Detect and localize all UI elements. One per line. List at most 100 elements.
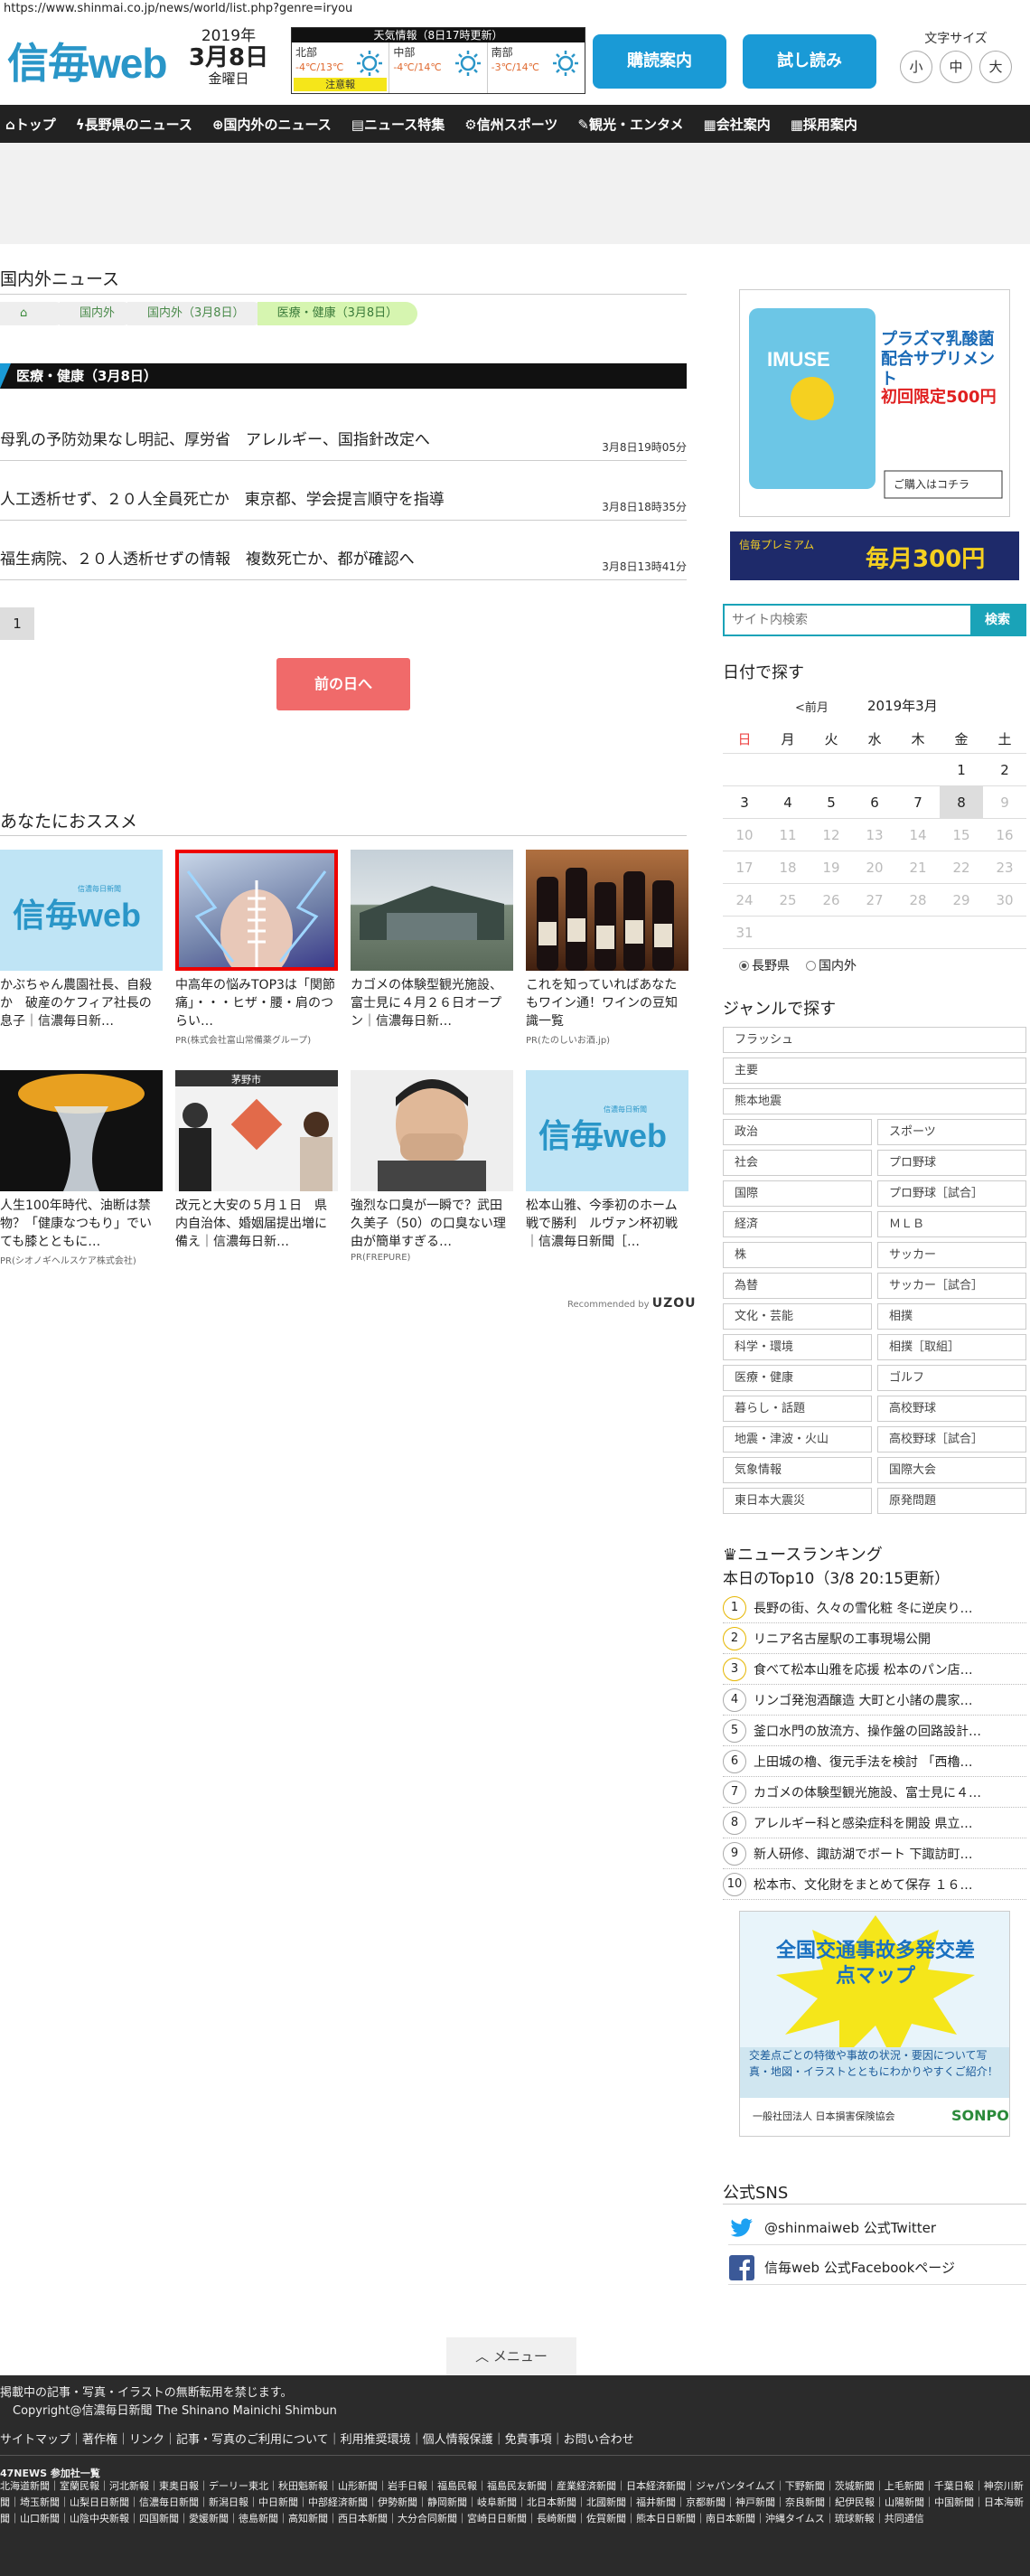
subscribe-button[interactable]: 購読案内: [593, 34, 726, 89]
address-bar[interactable]: https://www.shinmai.co.jp/news/world/lis…: [0, 0, 1030, 18]
recommend-card[interactable]: これを知っていればあなたもワイン通！ワインの豆知識一覧 PR(たのしいお酒.jp…: [526, 850, 688, 1046]
ranking-item[interactable]: 10 松本市、文化財をまとめて保存 １６…: [723, 1869, 1026, 1900]
recommend-card[interactable]: カゴメの体験型観光施設、富士見に４月２６日オープン｜信濃毎日新…: [351, 850, 513, 1030]
ranking-item[interactable]: 2 リニア名古屋駅の工事現場公開: [723, 1623, 1026, 1654]
card-title[interactable]: 人生100年時代、油断は禁物？「健康なつもり」でいても膝とともに…: [0, 1197, 163, 1251]
genre-link[interactable]: ＭＬＢ: [877, 1211, 1026, 1237]
sns-twitter-link[interactable]: @shinmaiweb 公式Twitter: [728, 2211, 1026, 2245]
search-input[interactable]: [725, 606, 970, 635]
calendar-day[interactable]: 2: [983, 754, 1026, 785]
news-item[interactable]: 母乳の予防効果なし明記、厚労省 アレルギー、国指針改定へ 3月8日19時05分: [0, 412, 687, 461]
nav-nagano-news[interactable]: ϟ長野県のニュース: [76, 115, 192, 134]
nav-world-news[interactable]: ⊕国内外のニュース: [212, 115, 332, 134]
genre-link[interactable]: 高校野球: [877, 1396, 1026, 1422]
genre-link[interactable]: スポーツ: [877, 1119, 1026, 1145]
card-title[interactable]: かぶちゃん農園社長、自殺か 破産のケフィア社長の息子｜信濃毎日新…: [0, 976, 163, 1030]
news-title[interactable]: 福生病院、２０人透析せずの情報 複数死亡か、都が確認へ: [0, 546, 415, 569]
font-size-small-button[interactable]: 小: [900, 51, 932, 83]
sidebar-ad-premium[interactable]: 信毎プレミアム 毎月300円: [730, 531, 1019, 580]
card-title[interactable]: 松本山雅、今季初のホーム戦で勝利 ルヴァン杯初戦｜信濃毎日新聞［…: [526, 1197, 688, 1251]
card-image[interactable]: 信毎web 信濃毎日新聞: [0, 850, 163, 971]
scope-radio-world[interactable]: 国内外: [806, 956, 857, 974]
card-image[interactable]: 信毎web 信濃毎日新聞: [526, 1070, 688, 1191]
news-title[interactable]: 母乳の予防効果なし明記、厚労省 アレルギー、国指針改定へ: [0, 427, 430, 449]
card-image[interactable]: [0, 1070, 163, 1191]
ranking-item[interactable]: 3 食べて松本山雅を応援 松本のパン店…: [723, 1654, 1026, 1685]
genre-link[interactable]: ゴルフ: [877, 1365, 1026, 1391]
genre-link[interactable]: 熊本地震: [723, 1088, 1026, 1114]
genre-link[interactable]: フラッシュ: [723, 1027, 1026, 1053]
recommend-card[interactable]: 中高年の悩みTOP3は「関節痛」・・・ヒザ・腰・肩のつらい… PR(株式会社富山…: [175, 850, 338, 1046]
ranking-item[interactable]: 7 カゴメの体験型観光施設、富士見に４…: [723, 1777, 1026, 1808]
genre-link[interactable]: 相撲［取組］: [877, 1334, 1026, 1360]
genre-link[interactable]: 医療・健康: [723, 1365, 872, 1391]
recommend-card[interactable]: 人生100年時代、油断は禁物？「健康なつもり」でいても膝とともに… PR(シオノ…: [0, 1070, 163, 1266]
recommend-card[interactable]: 強烈な口臭が一瞬で？武田久美子（50）の口臭ない理由が簡単すぎる… PR(FRE…: [351, 1070, 513, 1263]
recommend-card[interactable]: 信毎web 信濃毎日新聞 かぶちゃん農園社長、自殺か 破産のケフィア社長の息子｜…: [0, 850, 163, 1030]
sidebar-ad-supplement[interactable]: IMUSE プラズマ乳酸菌配合サプリメント 初回限定500円 ご購入はコチラ: [739, 289, 1010, 517]
trial-read-button[interactable]: 試し読み: [743, 34, 876, 89]
genre-link[interactable]: 株: [723, 1242, 872, 1268]
top-ad-banner[interactable]: [0, 143, 1030, 244]
genre-link[interactable]: 東日本大震災: [723, 1488, 872, 1514]
breadcrumb-item[interactable]: 国内外: [60, 302, 136, 325]
genre-link[interactable]: 国際: [723, 1180, 872, 1207]
calendar-day[interactable]: 7: [896, 786, 940, 818]
genre-link[interactable]: 高校野球［試合］: [877, 1426, 1026, 1453]
calendar-day[interactable]: 5: [810, 786, 853, 818]
genre-link[interactable]: サッカー: [877, 1242, 1026, 1268]
card-image[interactable]: [351, 850, 513, 971]
genre-link[interactable]: 社会: [723, 1150, 872, 1176]
card-image[interactable]: [526, 850, 688, 971]
calendar-day[interactable]: 8: [940, 786, 983, 818]
genre-link[interactable]: 政治: [723, 1119, 872, 1145]
sns-facebook-link[interactable]: 信毎web 公式Facebookページ: [728, 2251, 1026, 2285]
menu-button[interactable]: ︿ メニュー: [446, 2337, 576, 2375]
genre-link[interactable]: 主要: [723, 1058, 1026, 1084]
ranking-item[interactable]: 4 リンゴ発泡酒醸造 大町と小諸の農家…: [723, 1685, 1026, 1716]
ranking-item[interactable]: 5 釜口水門の放流方、操作盤の回路設計…: [723, 1716, 1026, 1746]
genre-link[interactable]: 科学・環境: [723, 1334, 872, 1360]
card-title[interactable]: 改元と大安の５月１日 県内自治体、婚姻届提出増に備え｜信濃毎日新…: [175, 1197, 338, 1251]
recommend-card[interactable]: 信毎web 信濃毎日新聞 松本山雅、今季初のホーム戦で勝利 ルヴァン杯初戦｜信濃…: [526, 1070, 688, 1251]
genre-link[interactable]: 地震・津波・火山: [723, 1426, 872, 1453]
genre-link[interactable]: 気象情報: [723, 1457, 872, 1483]
calendar-day[interactable]: 4: [766, 786, 810, 818]
calendar-day[interactable]: 3: [723, 786, 766, 818]
site-logo[interactable]: 信毎web: [7, 31, 167, 90]
nav-sports[interactable]: ⚙信州スポーツ: [464, 115, 557, 134]
genre-link[interactable]: 暮らし・話題: [723, 1396, 872, 1422]
footer-links[interactable]: サイトマップ｜著作権｜リンク｜記事・写真のご利用について｜利用推奨環境｜個人情報…: [0, 2430, 1030, 2447]
card-title[interactable]: これを知っていればあなたもワイン通！ワインの豆知識一覧: [526, 976, 688, 1030]
breadcrumb-item[interactable]: 国内外（3月8日）: [127, 302, 265, 325]
font-size-large-button[interactable]: 大: [979, 51, 1012, 83]
genre-link[interactable]: 国際大会: [877, 1457, 1026, 1483]
prev-day-button[interactable]: 前の日へ: [276, 658, 410, 710]
card-image[interactable]: [351, 1070, 513, 1191]
search-button[interactable]: 検索: [970, 606, 1025, 635]
genre-link[interactable]: プロ野球［試合］: [877, 1180, 1026, 1207]
genre-link[interactable]: 経済: [723, 1211, 872, 1237]
card-title[interactable]: 中高年の悩みTOP3は「関節痛」・・・ヒザ・腰・肩のつらい…: [175, 976, 338, 1030]
calendar-day[interactable]: 1: [940, 754, 983, 785]
nav-tourism[interactable]: ✎観光・エンタメ: [577, 115, 683, 134]
news-title[interactable]: 人工透析せず、２０人全員死亡か 東京都、学会提言順守を指導: [0, 486, 445, 509]
genre-link[interactable]: プロ野球: [877, 1150, 1026, 1176]
news-item[interactable]: 福生病院、２０人透析せずの情報 複数死亡か、都が確認へ 3月8日13時41分: [0, 531, 687, 580]
ranking-item[interactable]: 6 上田城の櫓、復元手法を検討 「西櫓…: [723, 1746, 1026, 1777]
sidebar-ad-traffic-map[interactable]: 全国交通事故多発交差点マップ 交差点ごとの特徴や事故の状況・要因について写真・地…: [739, 1911, 1010, 2137]
genre-link[interactable]: 相撲: [877, 1303, 1026, 1330]
ranking-item[interactable]: 1 長野の街、久々の雪化粧 冬に逆戻り…: [723, 1593, 1026, 1623]
genre-link[interactable]: 原発問題: [877, 1488, 1026, 1514]
card-title[interactable]: 強烈な口臭が一瞬で？武田久美子（50）の口臭ない理由が簡単すぎる…: [351, 1197, 513, 1251]
footer-papers-list[interactable]: 北海道新聞｜室蘭民報｜河北新報｜東奥日報｜デーリー東北｜秋田魁新報｜山形新聞｜岩…: [0, 2478, 1030, 2527]
nav-company[interactable]: ▦会社案内: [704, 115, 771, 134]
ranking-item[interactable]: 8 アレルギー科と感染症科を開設 県立…: [723, 1808, 1026, 1838]
nav-top[interactable]: ⌂トップ: [5, 115, 56, 134]
weather-panel[interactable]: 天気情報（8日17時更新） 北部 -4℃/13℃ 注意報 中部 -4℃/14℃ …: [291, 27, 585, 94]
breadcrumb-home[interactable]: ⌂: [0, 302, 67, 325]
scope-radio-nagano[interactable]: 長野県: [739, 956, 790, 974]
nav-features[interactable]: ▤ニュース特集: [351, 115, 445, 134]
genre-link[interactable]: 文化・芸能: [723, 1303, 872, 1330]
card-title[interactable]: カゴメの体験型観光施設、富士見に４月２６日オープン｜信濃毎日新…: [351, 976, 513, 1030]
